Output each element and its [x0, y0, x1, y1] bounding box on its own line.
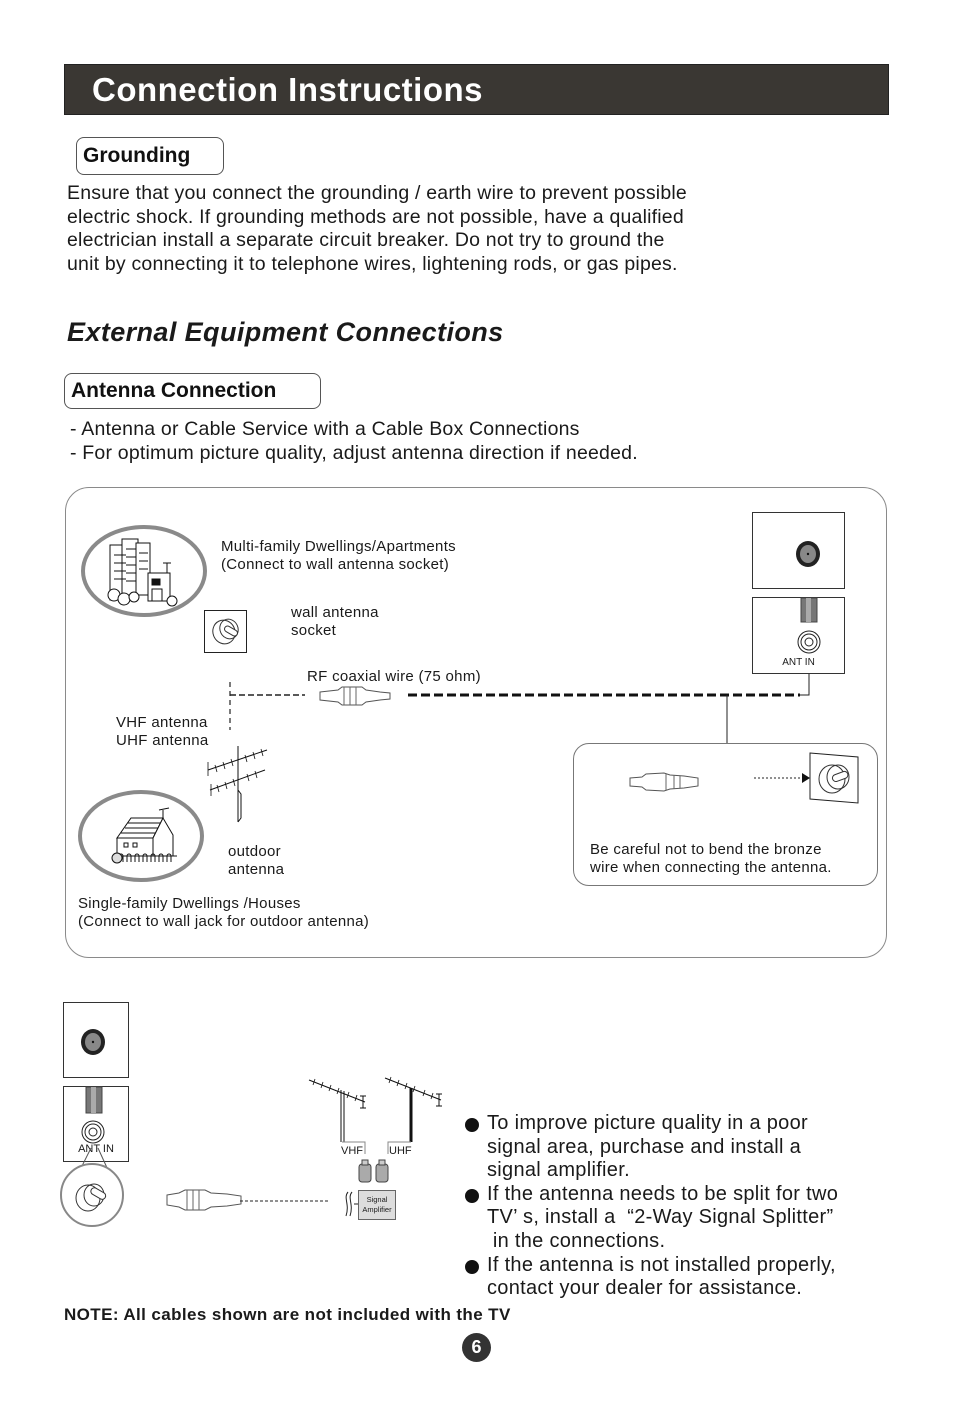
bullet-icon	[465, 1259, 479, 1274]
tips-list: To improve picture quality in a poor sig…	[465, 1112, 838, 1301]
tip-line: in the connections.	[487, 1229, 666, 1252]
vhf-uhf-antennas-icon	[308, 1076, 442, 1154]
tip-item: If the antenna is not installed properly…	[465, 1254, 838, 1301]
tip-line: If the antenna is not installed properly…	[487, 1253, 836, 1276]
bullet-icon	[465, 1188, 479, 1203]
tip-line: To improve picture quality in a poor	[487, 1112, 808, 1134]
uhf-label: UHF	[389, 1145, 412, 1157]
amplifier-label: Signal	[366, 1195, 388, 1204]
vhf-label: VHF	[341, 1145, 363, 1157]
amplifier-label: Amplifier	[362, 1205, 392, 1214]
input-plugs-icon	[358, 1159, 389, 1183]
tip-line: signal area, purchase and install a	[487, 1135, 802, 1158]
cable-break-icon	[345, 1191, 359, 1217]
tip-line: TV’ s, install a “2-Way Signal Splitter”	[487, 1206, 834, 1229]
tip-line: If the antenna needs to be split for two	[487, 1182, 839, 1205]
tip-item: To improve picture quality in a poor sig…	[465, 1112, 838, 1183]
tip-line: signal amplifier.	[487, 1159, 630, 1182]
tip-line: contact your dealer for assistance.	[487, 1277, 803, 1300]
signal-amplifier-box: Signal Amplifier	[358, 1190, 396, 1220]
bullet-icon	[465, 1118, 479, 1132]
tip-item: If the antenna needs to be split for two…	[465, 1183, 838, 1254]
page-number: 6	[462, 1333, 491, 1362]
note-text: NOTE: All cables shown are not included …	[64, 1305, 511, 1324]
